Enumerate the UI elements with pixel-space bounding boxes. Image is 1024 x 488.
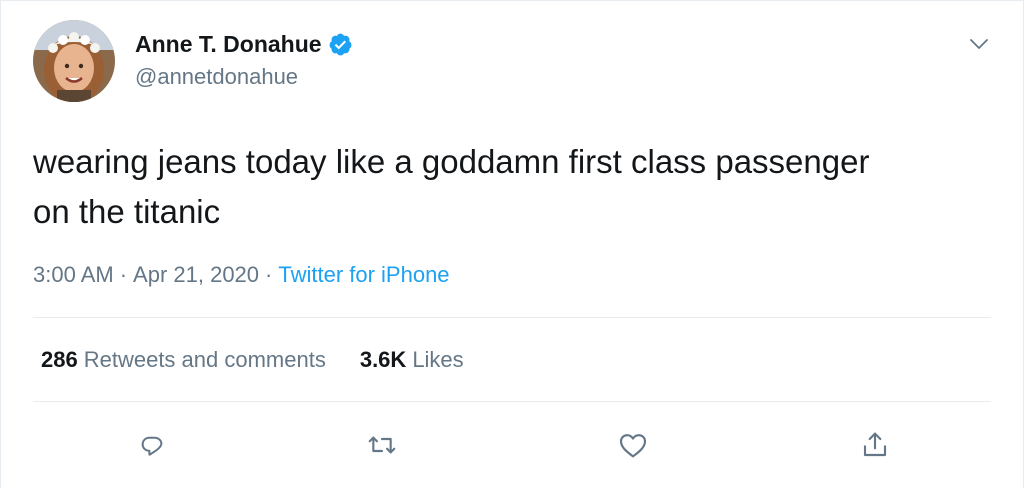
tweet-header: Anne T. Donahue @annetdonahue [33,20,353,102]
share-button[interactable] [855,425,895,465]
name-row: Anne T. Donahue [135,30,353,58]
retweets-label: Retweets and comments [83,347,326,372]
chevron-down-icon[interactable] [967,32,991,56]
user-handle[interactable]: @annetdonahue [135,62,353,92]
share-icon [863,432,887,457]
retweets-stat[interactable]: 286 Retweets and comments [41,345,326,375]
likes-count: 3.6K [359,347,407,372]
tweet-time[interactable]: 3:00 AM [33,262,114,287]
tweet-actions [1,425,1024,465]
verified-badge-icon [328,32,353,57]
tweet-card: Anne T. Donahue @annetdonahue wearing je… [0,0,1024,488]
meta-separator: · [119,262,128,287]
divider [33,317,991,318]
avatar-photo [33,20,115,102]
divider [33,401,991,402]
avatar[interactable] [33,20,115,102]
likes-label: Likes [412,347,464,372]
heart-icon [619,434,647,458]
reply-icon [141,436,163,456]
tweet-date[interactable]: Apr 21, 2020 [133,262,259,287]
tweet-stats: 286 Retweets and comments 3.6K Likes [41,345,498,375]
display-name[interactable]: Anne T. Donahue [135,30,322,58]
user-names: Anne T. Donahue @annetdonahue [135,30,353,92]
retweets-count: 286 [41,347,78,372]
tweet-source-link[interactable]: Twitter for iPhone [278,262,449,287]
like-button[interactable] [613,425,653,465]
tweet-text: wearing jeans today like a goddamn first… [33,143,870,230]
retweet-icon [368,436,396,454]
tweet-meta: 3:00 AM · Apr 21, 2020 · Twitter for iPhone [33,261,450,289]
retweet-button[interactable] [362,425,402,465]
reply-button[interactable] [132,425,172,465]
likes-stat[interactable]: 3.6K Likes [360,345,464,375]
meta-separator: · [265,262,273,287]
